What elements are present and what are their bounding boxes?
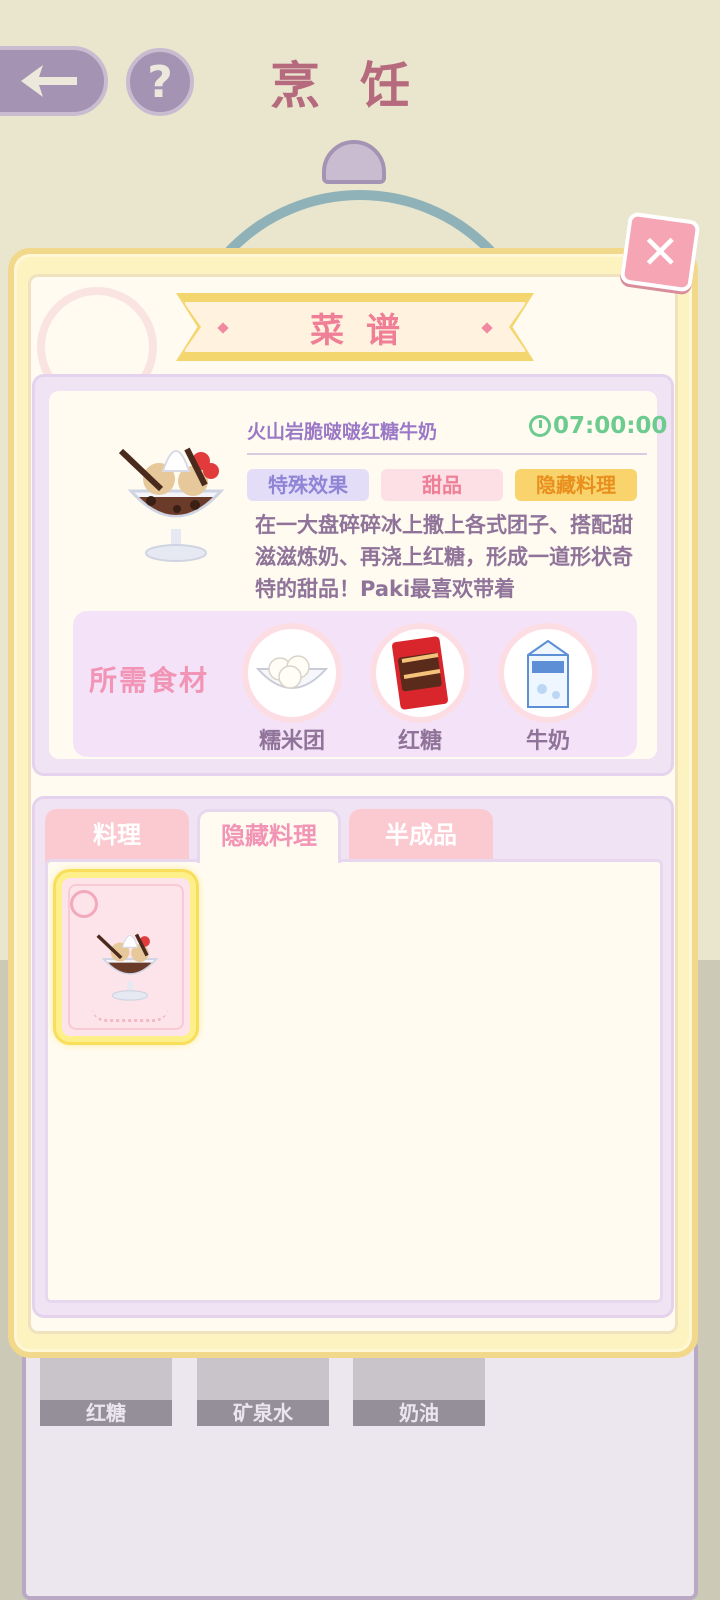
cook-time: 07:00:00 — [529, 413, 667, 439]
recipe-detail-inner: 火山岩脆啵啵红糖牛奶 07:00:00 特殊效果 甜品 隐藏料理 在一大盘碎碎冰… — [49, 391, 667, 759]
title-banner: 菜谱 — [180, 297, 530, 357]
dialog-title: 菜谱 — [310, 310, 422, 351]
ingredient-slot[interactable]: 矿泉水 — [197, 1352, 329, 1426]
recipe-tags: 特殊效果 甜品 隐藏料理 — [247, 469, 637, 501]
tab-hidden-dishes[interactable]: 隐藏料理 — [197, 809, 341, 863]
recipe-list-panel: 料理 半成品 隐藏料理 — [32, 796, 674, 1318]
sundae-dish-icon — [118, 447, 225, 562]
close-button[interactable]: ✕ — [619, 211, 701, 293]
laurel-icon — [92, 1008, 168, 1022]
recipe-detail-card: 火山岩脆啵啵红糖牛奶 07:00:00 特殊效果 甜品 隐藏料理 在一大盘碎碎冰… — [32, 374, 674, 776]
page-title: 烹饪 — [270, 57, 450, 115]
recipe-name: 火山岩脆啵啵红糖牛奶 — [247, 421, 438, 443]
ingredients-panel: 所需食材 糯米团 红糖 牛奶 — [73, 611, 637, 757]
pot-lid-icon — [322, 140, 386, 184]
sundae-dish-icon — [96, 933, 159, 1001]
milk-carton-icon — [527, 639, 569, 708]
tag-special-effect: 特殊效果 — [247, 469, 369, 501]
brown-sugar-bag-icon — [392, 636, 448, 710]
ingredient-name: 红糖 — [397, 729, 442, 754]
ingredients-label: 所需食材 — [89, 664, 210, 697]
tag-dessert: 甜品 — [381, 469, 503, 501]
ingredient-name: 牛奶 — [525, 729, 570, 754]
cook-time-value: 07:00:00 — [553, 413, 668, 439]
ingredient-item[interactable]: 糯米团 — [237, 623, 347, 755]
ingredient-item[interactable]: 牛奶 — [493, 623, 603, 755]
ingredient-slot[interactable]: 奶油 — [353, 1352, 485, 1426]
diamond-ornament-icon — [217, 322, 229, 334]
divider — [247, 453, 647, 455]
recipe-description: 在一大盘碎碎冰上撒上各式团子、搭配甜滋滋炼奶、再浇上红糖，形成一道形状奇特的甜品… — [255, 513, 633, 601]
tab-dishes[interactable]: 料理 — [45, 809, 189, 863]
close-icon: ✕ — [640, 224, 680, 279]
rice-ball-bowl-icon — [255, 655, 329, 689]
tag-hidden-dish: 隐藏料理 — [515, 469, 637, 501]
recipe-grid — [45, 859, 663, 1303]
ingredient-slot[interactable]: 红糖 — [40, 1352, 172, 1426]
ingredient-name: 糯米团 — [258, 729, 325, 754]
recipe-card-selected[interactable] — [56, 872, 196, 1042]
tab-semi-finished[interactable]: 半成品 — [349, 809, 493, 863]
ingredient-item[interactable]: 红糖 — [365, 623, 475, 755]
diamond-ornament-icon — [481, 322, 493, 334]
clock-icon — [529, 415, 551, 437]
